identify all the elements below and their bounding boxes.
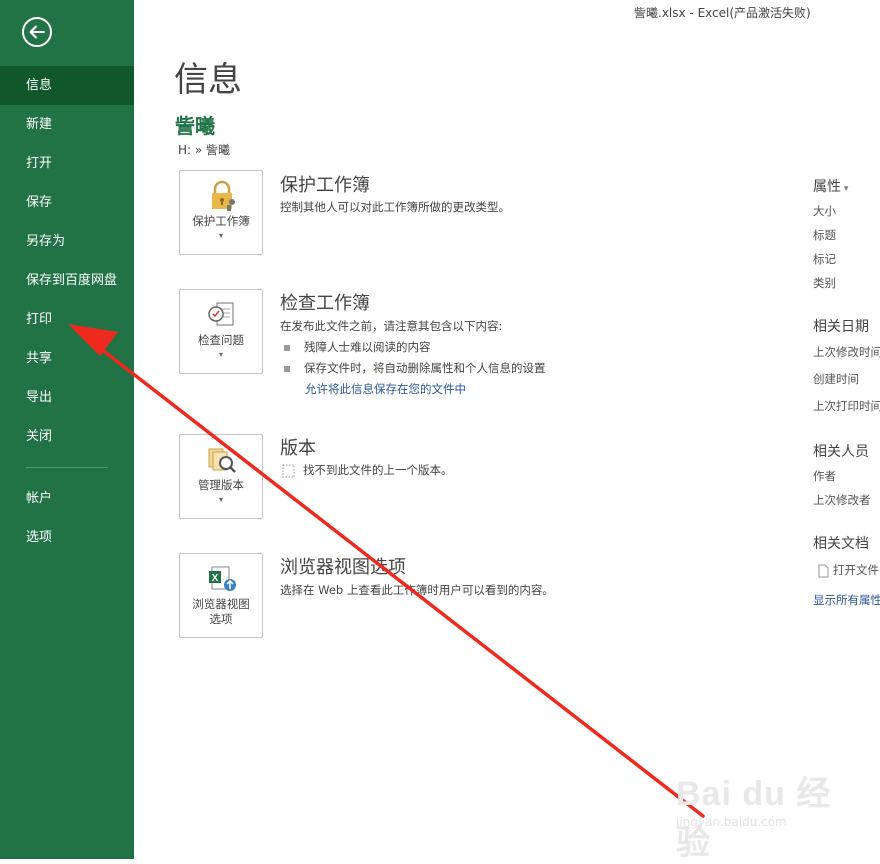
related-people-heading: 相关人员	[813, 444, 869, 460]
property-title: 标题	[813, 228, 836, 242]
date-modified: 上次修改时间	[813, 345, 880, 359]
people-author: 作者	[813, 469, 836, 483]
baidu-watermark: Bai du 经验 jingyan.baidu.com	[676, 760, 846, 862]
properties-heading[interactable]: 属性 ▾	[813, 176, 848, 196]
property-size: 大小	[813, 204, 836, 218]
watermark-url: jingyan.baidu.com	[676, 815, 787, 829]
related-docs-heading: 相关文档	[813, 536, 869, 552]
caret-down-icon: ▾	[841, 184, 849, 194]
properties-pane: 属性 ▾ 大小 标题 标记 类别 相关日期 上次修改时间 创建时间 上次打印时间…	[0, 0, 880, 859]
open-file-location[interactable]: 打开文件	[818, 562, 879, 578]
show-all-properties-link[interactable]: 显示所有属性	[813, 592, 880, 608]
date-created: 创建时间	[813, 372, 859, 386]
date-printed: 上次打印时间	[813, 399, 880, 413]
property-category: 类别	[813, 276, 836, 290]
people-last-modified-by: 上次修改者	[813, 493, 871, 507]
property-tags: 标记	[813, 252, 836, 266]
document-icon	[818, 564, 829, 577]
related-dates-heading: 相关日期	[813, 319, 869, 335]
